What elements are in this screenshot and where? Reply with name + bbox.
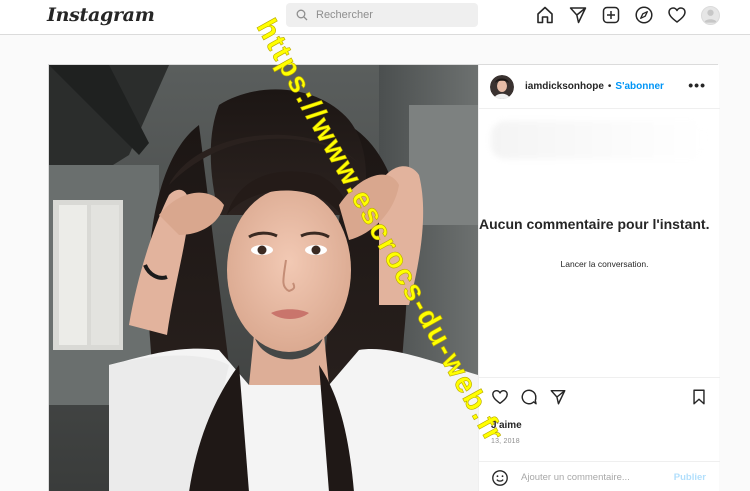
explore-icon[interactable] [633, 4, 655, 26]
activity-heart-icon[interactable] [666, 4, 688, 26]
search-icon [296, 9, 308, 21]
post-card: iamdicksonhope • S'abonner ••• Aucun com… [48, 64, 720, 491]
post-photo[interactable] [49, 65, 478, 491]
post-sidebar: iamdicksonhope • S'abonner ••• Aucun com… [478, 65, 720, 491]
no-comments-title: Aucun commentaire pour l'instant. [479, 216, 710, 232]
post-username[interactable]: iamdicksonhope [525, 81, 604, 92]
comment-icon[interactable] [520, 388, 538, 406]
post-header: iamdicksonhope • S'abonner ••• [479, 65, 720, 109]
new-post-icon[interactable] [600, 4, 622, 26]
search-box[interactable] [286, 3, 478, 27]
blurred-caption [491, 121, 707, 159]
more-options-icon[interactable]: ••• [688, 77, 706, 93]
follow-button[interactable]: S'abonner [615, 81, 664, 92]
top-navigation-bar: Instagram [0, 0, 750, 35]
user-avatar[interactable] [490, 74, 514, 99]
add-comment-row: Publier [479, 461, 720, 491]
comment-input[interactable] [521, 472, 666, 483]
likes-label[interactable]: J'aime [491, 420, 522, 431]
emoji-icon[interactable] [491, 469, 509, 487]
like-heart-icon[interactable] [491, 388, 509, 406]
instagram-logo[interactable]: Instagram [47, 4, 155, 26]
nav-icons [534, 4, 732, 26]
home-icon[interactable] [534, 4, 556, 26]
save-bookmark-icon[interactable] [690, 388, 708, 406]
post-date: 13, 2018 [491, 438, 520, 445]
selfie-photo-image [49, 65, 478, 491]
start-conversation-text: Lancer la conversation. [560, 259, 649, 269]
direct-message-icon[interactable] [567, 4, 589, 26]
post-actions: J'aime 13, 2018 Publier [479, 377, 720, 491]
profile-avatar-icon [700, 5, 720, 25]
publish-button[interactable]: Publier [674, 472, 706, 483]
share-icon[interactable] [549, 388, 567, 406]
search-input[interactable] [316, 9, 466, 21]
separator-dot: • [607, 81, 612, 92]
profile-avatar[interactable] [699, 4, 721, 26]
